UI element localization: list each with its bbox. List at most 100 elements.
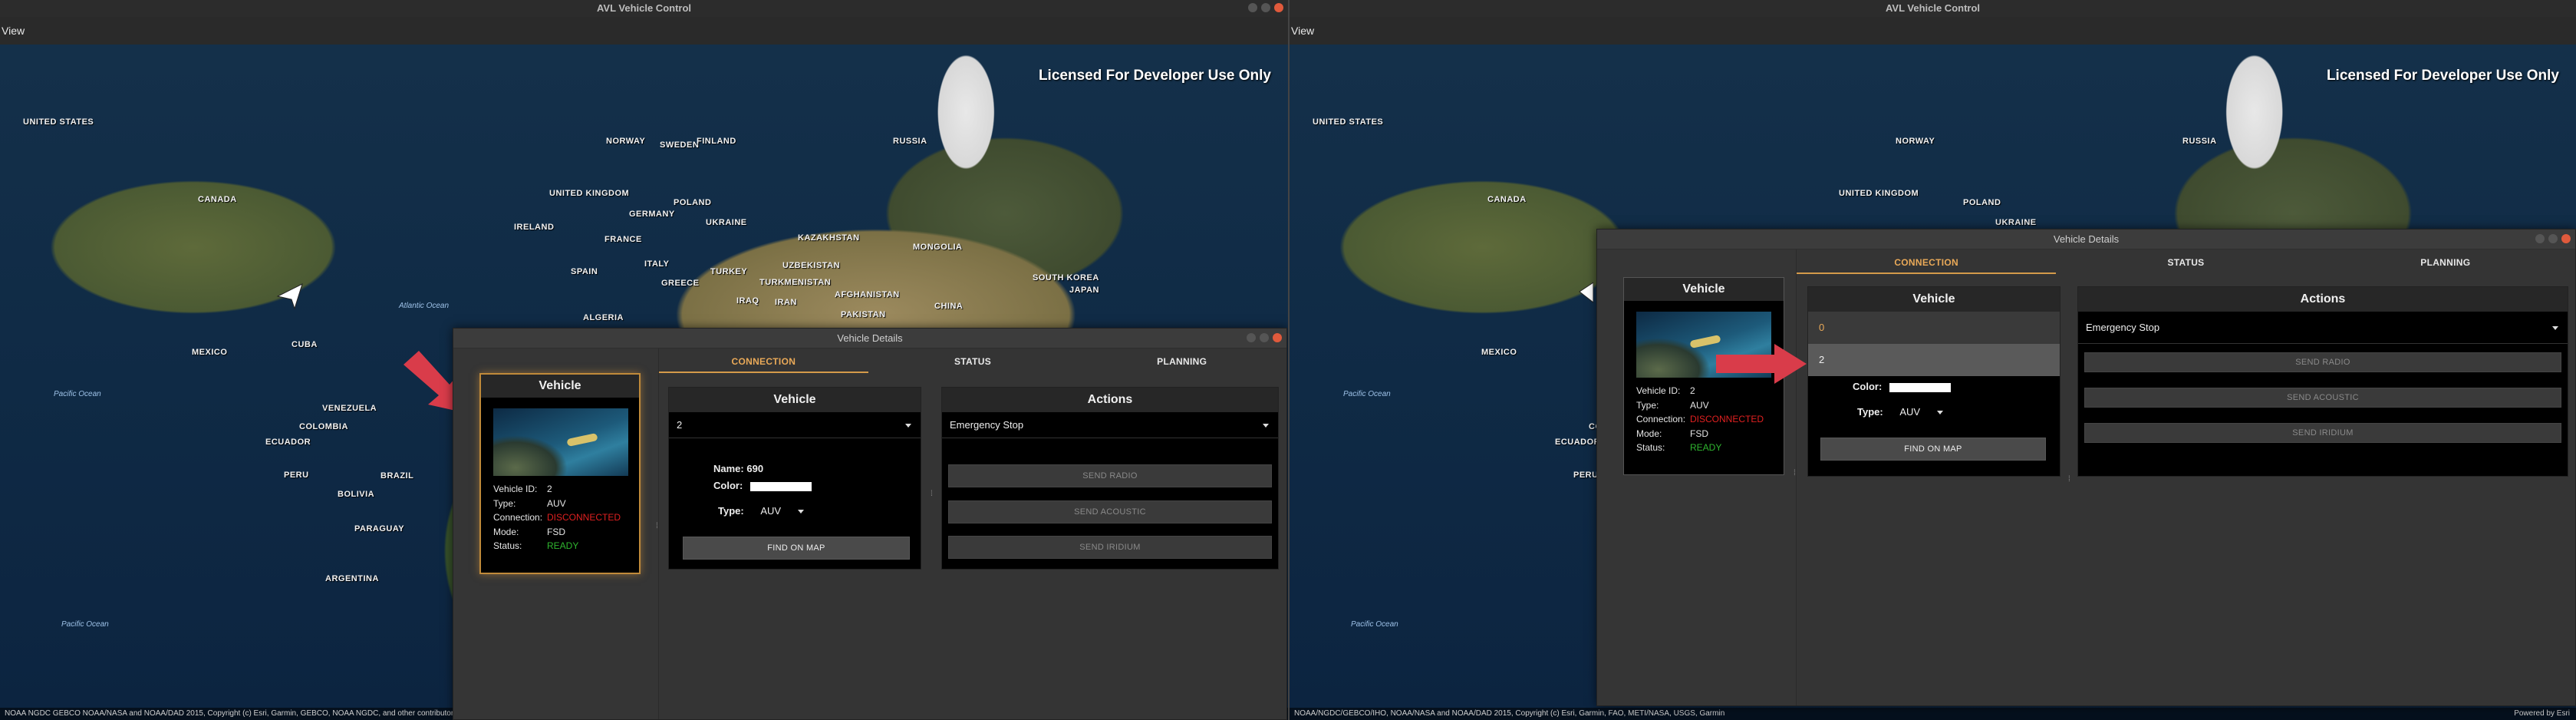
vehicle-info: Vehicle ID: 2 Type: AUV Connection: DISCONN… (493, 482, 621, 553)
vehicle-card[interactable]: Vehicle Vehicle ID: 2 Type: AUV Connection… (479, 373, 641, 574)
vehicle-type-value: AUV (547, 497, 566, 509)
map-label: RUSSIA (2182, 137, 2217, 146)
actions-panel-header: Actions (2078, 287, 2568, 312)
send-acoustic-button[interactable]: SEND ACOUSTIC (2084, 388, 2561, 408)
vehicle-id-value: 2 (547, 484, 552, 494)
tab-planning[interactable]: PLANNING (1077, 348, 1286, 375)
map-label: FRANCE (604, 235, 642, 244)
connection-status-value: DISCONNECTED (547, 512, 621, 523)
vehicle-option[interactable]: 0 (1808, 312, 2060, 344)
action-select[interactable]: Emergency Stop (942, 412, 1278, 438)
action-select-value: Emergency Stop (950, 419, 1024, 431)
chevron-down-icon (905, 424, 911, 428)
maximize-icon[interactable] (1261, 3, 1270, 12)
actions-panel: Actions Emergency Stop SEND RADIO SEND A… (941, 387, 1279, 570)
map-label: CANADA (1487, 195, 1527, 204)
splitter-handle[interactable]: ⁞ (931, 490, 933, 498)
map-label: SWEDEN (660, 140, 700, 150)
map-label: SPAIN (571, 267, 598, 276)
vehicle-list-pane: Vehicle Vehicle ID: 2 Type: AUV Connection… (1597, 249, 1797, 705)
tab-connection[interactable]: CONNECTION (1797, 249, 2057, 276)
splitter-handle[interactable]: ⁞ (2068, 475, 2070, 484)
send-iridium-button[interactable]: SEND IRIDIUM (2084, 423, 2561, 443)
map-label: UZBEKISTAN (782, 261, 841, 270)
type-row[interactable]: Type: AUV (718, 505, 804, 517)
vehicle-panel: Vehicle Color: Type: AUV FIND ON MAP 0 2 (1807, 286, 2060, 477)
minimize-icon[interactable] (2535, 234, 2545, 243)
vehicle-select[interactable]: 2 (669, 412, 921, 438)
find-on-map-button[interactable]: FIND ON MAP (683, 537, 910, 560)
find-on-map-button[interactable]: FIND ON MAP (1820, 438, 2046, 461)
vehicle-panel: Vehicle 2 Name: 690 Color: Type: AUV FIN… (668, 387, 921, 570)
send-radio-button[interactable]: SEND RADIO (948, 464, 1272, 487)
close-icon[interactable] (1274, 3, 1283, 12)
vehicle-option-selected[interactable]: 2 (1808, 344, 2060, 376)
close-icon[interactable] (1273, 333, 1282, 342)
map-label: ECUADOR (265, 438, 311, 447)
map-label: UNITED STATES (23, 117, 94, 127)
color-swatch[interactable] (749, 481, 812, 491)
splitter-handle[interactable]: ⁞ (1794, 469, 1796, 477)
map-label: COLOMBIA (299, 422, 348, 431)
details-title: Vehicle Details (2053, 233, 2120, 245)
name-value: 690 (746, 463, 764, 474)
map-label: NORWAY (1896, 137, 1935, 146)
connection-status-value: DISCONNECTED (1690, 414, 1764, 424)
color-swatch[interactable] (1889, 382, 1951, 392)
map-label: ITALY (644, 259, 670, 269)
map-label: MEXICO (1481, 348, 1517, 357)
chevron-down-icon (1936, 411, 1943, 415)
send-radio-button[interactable]: SEND RADIO (2084, 352, 2561, 372)
color-row: Color: (1853, 381, 1951, 392)
map-label: AFGHANISTAN (835, 290, 900, 299)
tab-planning[interactable]: PLANNING (2316, 249, 2575, 276)
splitter-handle[interactable]: ⁞ (656, 522, 658, 530)
field-key: Type: (493, 497, 516, 509)
tab-connection[interactable]: CONNECTION (659, 348, 868, 375)
tab-status[interactable]: STATUS (2056, 249, 2315, 276)
mode-value: FSD (1690, 428, 1708, 439)
send-iridium-button[interactable]: SEND IRIDIUM (948, 536, 1272, 559)
send-acoustic-button[interactable]: SEND ACOUSTIC (948, 500, 1272, 523)
map-label: GREECE (661, 279, 700, 288)
details-titlebar: Vehicle Details (1597, 230, 2575, 249)
map-attribution: NOAA/NGDC/GEBCO/IHO, NOAA/NASA and NOAA/… (1290, 708, 2576, 720)
chevron-down-icon (1263, 424, 1269, 428)
map-label: ARGENTINA (325, 574, 379, 583)
minimize-icon[interactable] (1247, 333, 1256, 342)
close-icon[interactable] (2561, 234, 2571, 243)
license-watermark: Licensed For Developer Use Only (1038, 68, 1271, 84)
menubar: View (1290, 17, 2576, 45)
vehicle-card-header: Vehicle (1624, 278, 1784, 301)
field-key: Type: (1636, 399, 1659, 411)
vehicle-card-header: Vehicle (481, 375, 639, 398)
map-label: NORWAY (606, 137, 646, 146)
type-row[interactable]: Type: AUV (1857, 406, 1943, 418)
field-key: Connection: (493, 512, 543, 523)
map-label: UKRAINE (1995, 218, 2037, 227)
map-label: MEXICO (192, 348, 228, 357)
ocean-label: Pacific Ocean (54, 390, 101, 398)
tab-status[interactable]: STATUS (868, 348, 1078, 375)
vehicle-panel-header: Vehicle (1808, 287, 2060, 312)
maximize-icon[interactable] (1260, 333, 1269, 342)
map-label: RUSSIA (893, 137, 927, 146)
map-label: CHINA (934, 302, 964, 311)
map-label: PERU (284, 471, 309, 480)
action-select[interactable]: Emergency Stop (2078, 312, 2568, 344)
minimize-icon[interactable] (1248, 3, 1257, 12)
chevron-down-icon (797, 510, 804, 514)
screen-right: AVL Vehicle Control View Licensed For De… (1288, 0, 2576, 720)
menu-view[interactable]: View (2, 25, 25, 37)
name-row: Name: 690 (713, 463, 763, 474)
name-label: Name: (713, 463, 744, 474)
vehicle-marker-icon[interactable] (1578, 281, 1593, 304)
vehicle-marker-icon[interactable] (275, 281, 305, 312)
details-body: Vehicle Vehicle ID: 2 Type: AUV Connection… (1597, 249, 2575, 705)
vehicle-details-window: Vehicle Details Vehicle Vehicle ID: 2 Typ (1596, 229, 2576, 706)
menu-view[interactable]: View (1291, 25, 1314, 37)
map-label: TURKEY (710, 267, 748, 276)
maximize-icon[interactable] (2548, 234, 2558, 243)
map-label: GERMANY (629, 210, 675, 219)
chevron-down-icon (2552, 326, 2558, 330)
